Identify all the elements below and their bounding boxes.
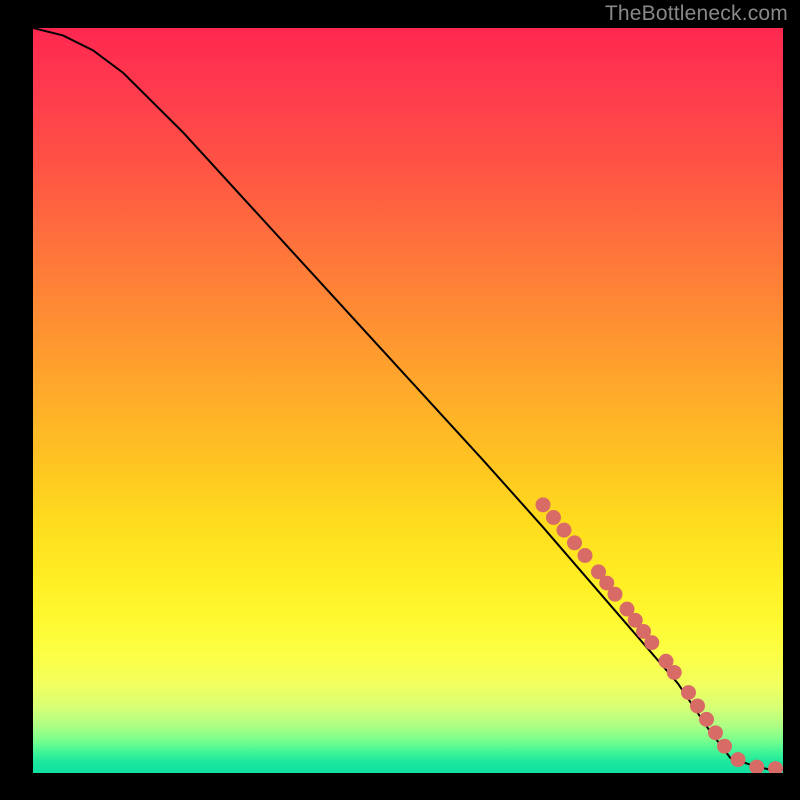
- highlight-dot: [768, 761, 783, 773]
- highlight-dot: [667, 665, 682, 680]
- highlight-dot: [690, 699, 705, 714]
- highlight-dot: [546, 510, 561, 525]
- highlight-dot: [681, 685, 696, 700]
- chart-plot-area: [33, 28, 783, 773]
- highlight-dot: [536, 497, 551, 512]
- highlight-dots: [536, 497, 784, 773]
- highlight-dot: [717, 739, 732, 754]
- highlight-dot: [644, 635, 659, 650]
- attribution-label: TheBottleneck.com: [605, 2, 788, 26]
- highlight-dot: [608, 587, 623, 602]
- highlight-dot: [557, 523, 572, 538]
- highlight-dot: [578, 548, 593, 563]
- highlight-dot: [731, 752, 746, 767]
- highlight-dot: [749, 760, 764, 773]
- highlight-dot: [699, 712, 714, 727]
- highlight-dot: [567, 535, 582, 550]
- highlight-dot: [708, 725, 723, 740]
